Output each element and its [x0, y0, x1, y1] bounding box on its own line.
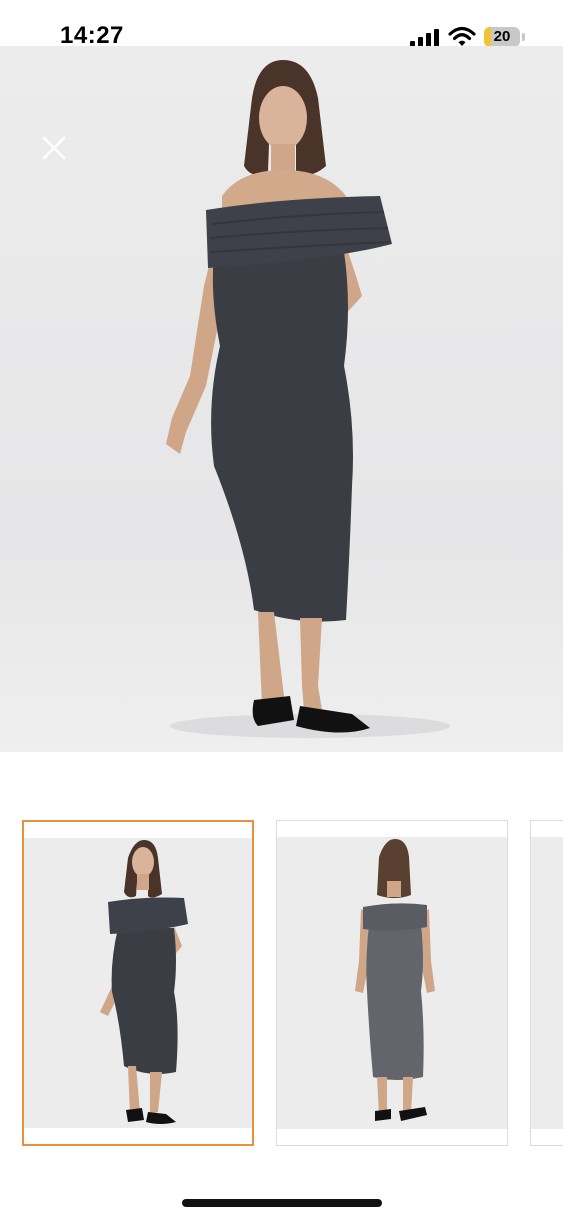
thumbnail-back-image	[355, 839, 435, 1121]
face	[259, 86, 307, 150]
battery-level: 20	[493, 28, 511, 45]
cellular-signal-icon	[410, 29, 439, 47]
battery-nub	[522, 33, 525, 41]
thumbnail-side[interactable]	[530, 820, 563, 1146]
leg-right	[300, 618, 322, 710]
battery-icon: 20	[484, 27, 520, 47]
dress-body	[211, 252, 353, 622]
thumbnail-front[interactable]	[22, 820, 254, 1146]
thumbnail-back[interactable]	[276, 820, 508, 1146]
thumbnail-strip[interactable]	[0, 818, 563, 1150]
main-product-image[interactable]	[0, 46, 563, 752]
home-indicator[interactable]	[182, 1199, 382, 1207]
leg-left	[258, 612, 284, 710]
model-photo	[166, 60, 450, 738]
thumbnail-photo	[531, 837, 563, 1129]
close-button[interactable]	[36, 130, 72, 166]
close-icon	[42, 136, 66, 160]
wifi-icon	[448, 26, 476, 46]
status-bar: 14:27 20	[0, 0, 563, 49]
thumbnail-front-image	[100, 840, 188, 1124]
